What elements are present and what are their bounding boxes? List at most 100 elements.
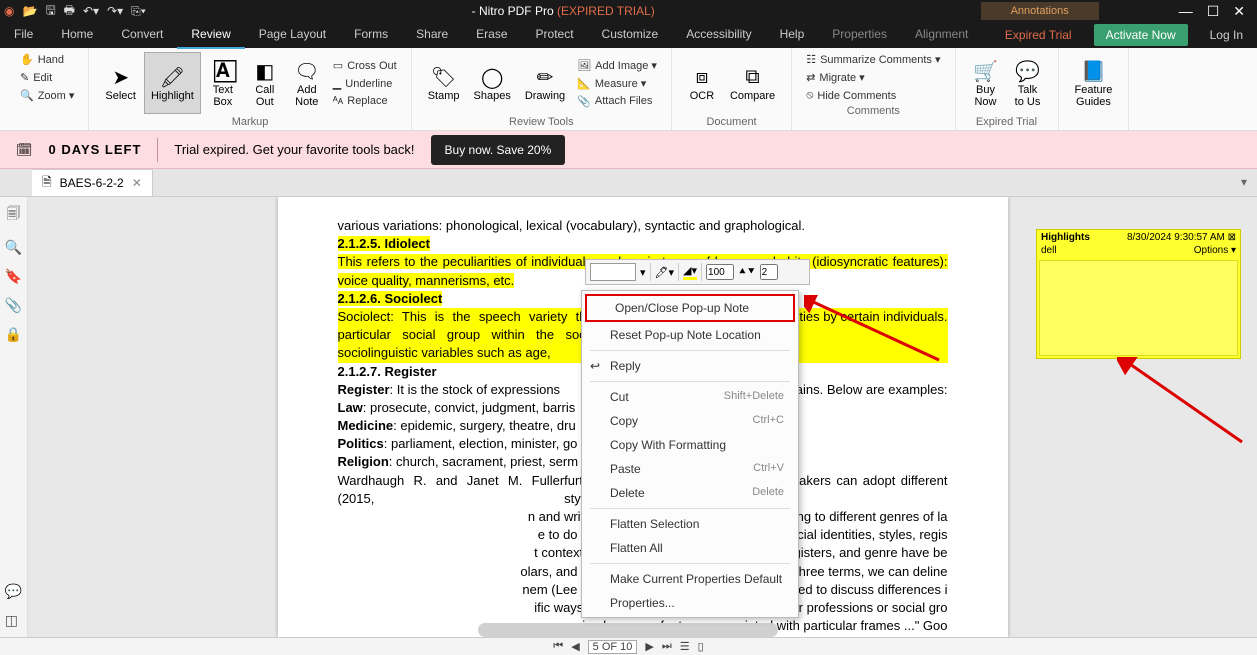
tab-overflow-button[interactable]: ▾ <box>1231 169 1257 196</box>
horizontal-scrollbar[interactable] <box>478 623 778 637</box>
crossout-button[interactable]: ▭ Cross Out <box>329 58 401 73</box>
menu-share[interactable]: Share <box>402 21 462 49</box>
menu-protect[interactable]: Protect <box>522 21 588 49</box>
close-button[interactable]: ✕ <box>1233 3 1245 20</box>
menu-flatten-all[interactable]: Flatten All <box>582 536 798 560</box>
redo-icon[interactable]: ↷▾ <box>107 4 123 18</box>
drawing-button[interactable]: ✏Drawing <box>519 52 571 114</box>
menu-erase[interactable]: Erase <box>462 21 521 49</box>
fill-tool-icon[interactable]: ◢▾ <box>683 264 697 280</box>
menu-help[interactable]: Help <box>766 21 819 49</box>
layers-panel-icon[interactable]: ◫ <box>5 612 22 629</box>
next-page-icon[interactable]: ▶ <box>645 640 653 653</box>
menu-accessibility[interactable]: Accessibility <box>672 21 765 49</box>
security-panel-icon[interactable]: 🔒 <box>5 326 22 343</box>
summarize-comments-button[interactable]: ☷ Summarize Comments ▾ <box>802 52 944 67</box>
comments-panel-icon[interactable]: 💬 <box>5 583 22 600</box>
menu-properties[interactable]: Properties <box>818 21 901 49</box>
note-options-button[interactable]: Options ▾ <box>1194 245 1236 256</box>
menu-copy[interactable]: CopyCtrl+C <box>582 409 798 433</box>
note-close-icon[interactable]: ⊠ <box>1228 232 1236 243</box>
menu-paste[interactable]: PasteCtrl+V <box>582 457 798 481</box>
talktous-button[interactable]: 💬Talk to Us <box>1008 52 1048 114</box>
zoom-tool[interactable]: 🔍 Zoom ▾ <box>16 88 78 103</box>
ocr-button[interactable]: ⧈OCR <box>682 52 722 114</box>
addnote-button[interactable]: 🗨Add Note <box>287 52 327 114</box>
addimage-button[interactable]: 🖼 Add Image ▾ <box>573 58 661 73</box>
menu-home[interactable]: Home <box>47 21 107 49</box>
menu-cut[interactable]: CutShift+Delete <box>582 385 798 409</box>
menu-flatten-selection[interactable]: Flatten Selection <box>582 512 798 536</box>
menu-alignment[interactable]: Alignment <box>901 21 982 49</box>
maximize-button[interactable]: ☐ <box>1207 3 1220 20</box>
callout-button[interactable]: ◧Call Out <box>245 52 285 114</box>
calendar-icon: 🗓 <box>16 142 33 158</box>
window-controls: — ☐ ✕ <box>1179 3 1253 20</box>
login-button[interactable]: Log In <box>1196 28 1257 42</box>
trial-expired-banner: 🗓 0 DAYS LEFT Trial expired. Get your fa… <box>0 131 1257 169</box>
menu-convert[interactable]: Convert <box>107 21 177 49</box>
status-bar: ⏮ ◀ 5 OF 10 ▶ ⏭ ☰ ▯ <box>0 637 1257 655</box>
width-input[interactable] <box>760 264 778 280</box>
first-page-icon[interactable]: ⏮ <box>553 640 563 653</box>
menu-delete[interactable]: DeleteDelete <box>582 481 798 505</box>
menu-make-default[interactable]: Make Current Properties Default <box>582 567 798 591</box>
app-icon: ◉ <box>4 4 14 18</box>
document-tab[interactable]: 🗎 BAES-6-2-2 ✕ <box>32 169 153 196</box>
attachfiles-button[interactable]: 📎 Attach Files <box>573 94 661 109</box>
callout-arrow-2 <box>1117 357 1247 447</box>
qat-more-icon[interactable]: ⎘▾ <box>131 4 146 19</box>
pen-tool-icon[interactable]: 🖊▾ <box>655 266 675 279</box>
measure-button[interactable]: 📐 Measure ▾ <box>573 76 661 91</box>
prev-page-icon[interactable]: ◀ <box>571 640 579 653</box>
attachments-panel-icon[interactable]: 📎 <box>5 297 22 314</box>
menu-forms[interactable]: Forms <box>340 21 402 49</box>
search-panel-icon[interactable]: 🔍 <box>5 239 22 256</box>
last-page-icon[interactable]: ⏭ <box>662 640 672 653</box>
replace-button[interactable]: ᴬᴀ Replace <box>329 94 401 108</box>
pages-panel-icon[interactable]: 🗐 <box>7 203 21 227</box>
page-indicator[interactable]: 5 OF 10 <box>588 640 638 654</box>
hand-tool[interactable]: ✋ Hand <box>16 52 78 67</box>
menu-page-layout[interactable]: Page Layout <box>245 21 340 49</box>
annotation-mini-toolbar[interactable]: ▾ 🖊▾ ◢▾ ⯅⯆ <box>585 259 810 285</box>
menu-reply[interactable]: Reply <box>582 354 798 378</box>
featureguides-button[interactable]: 📘Feature Guides <box>1069 52 1119 114</box>
opacity-input[interactable] <box>706 264 734 280</box>
menu-reset-note-location[interactable]: Reset Pop-up Note Location <box>582 323 798 347</box>
compare-button[interactable]: ⧉Compare <box>724 52 781 114</box>
menu-review[interactable]: Review <box>177 21 244 49</box>
open-icon[interactable]: 📂 <box>22 4 37 18</box>
popup-note[interactable]: Highlights 8/30/2024 9:30:57 AM ⊠ dell O… <box>1036 229 1241 359</box>
menu-copy-formatting[interactable]: Copy With Formatting <box>582 433 798 457</box>
view-continuous-icon[interactable]: ☰ <box>680 640 690 653</box>
menu-file[interactable]: File <box>0 21 47 49</box>
save-icon[interactable]: 🖫 <box>45 1 55 22</box>
bookmarks-panel-icon[interactable]: 🔖 <box>5 268 22 285</box>
menu-customize[interactable]: Customize <box>588 21 673 49</box>
minimize-button[interactable]: — <box>1179 3 1193 20</box>
buy-now-button[interactable]: Buy now. Save 20% <box>431 135 566 165</box>
tab-close-icon[interactable]: ✕ <box>132 176 142 190</box>
note-body[interactable] <box>1039 260 1238 356</box>
underline-button[interactable]: ▁ Underline <box>329 76 401 91</box>
print-icon[interactable]: 🖶 <box>64 1 75 22</box>
highlight-color-swatch[interactable] <box>590 263 636 281</box>
page-area[interactable]: various variations: phonological, lexica… <box>28 197 1257 637</box>
menu-properties[interactable]: Properties... <box>582 591 798 615</box>
migrate-button[interactable]: ⇄ Migrate ▾ <box>802 70 944 85</box>
select-button[interactable]: ➤Select <box>99 52 142 114</box>
activate-now-button[interactable]: Activate Now <box>1094 24 1188 46</box>
hide-comments-button[interactable]: ⦸ Hide Comments <box>802 88 944 103</box>
undo-icon[interactable]: ↶▾ <box>83 4 99 18</box>
highlight-button[interactable]: 🖍Highlight <box>144 52 201 114</box>
opacity-spinner[interactable]: ⯅⯆ <box>738 266 756 279</box>
shapes-button[interactable]: ◯Shapes <box>468 52 517 114</box>
menu-open-close-note[interactable]: Open/Close Pop-up Note <box>585 294 795 322</box>
stamp-button[interactable]: 🏷Stamp <box>422 52 466 114</box>
title-bar: ◉ 📂 🖫 🖶 ↶▾ ↷▾ ⎘▾ - Nitro PDF Pro (EXPIRE… <box>0 0 1257 22</box>
textbox-button[interactable]: 𝐀⃞Text Box <box>203 52 243 114</box>
view-single-icon[interactable]: ▯ <box>698 640 704 653</box>
buynow-button[interactable]: 🛒Buy Now <box>966 52 1006 114</box>
edit-tool[interactable]: ✎ Edit <box>16 70 78 85</box>
